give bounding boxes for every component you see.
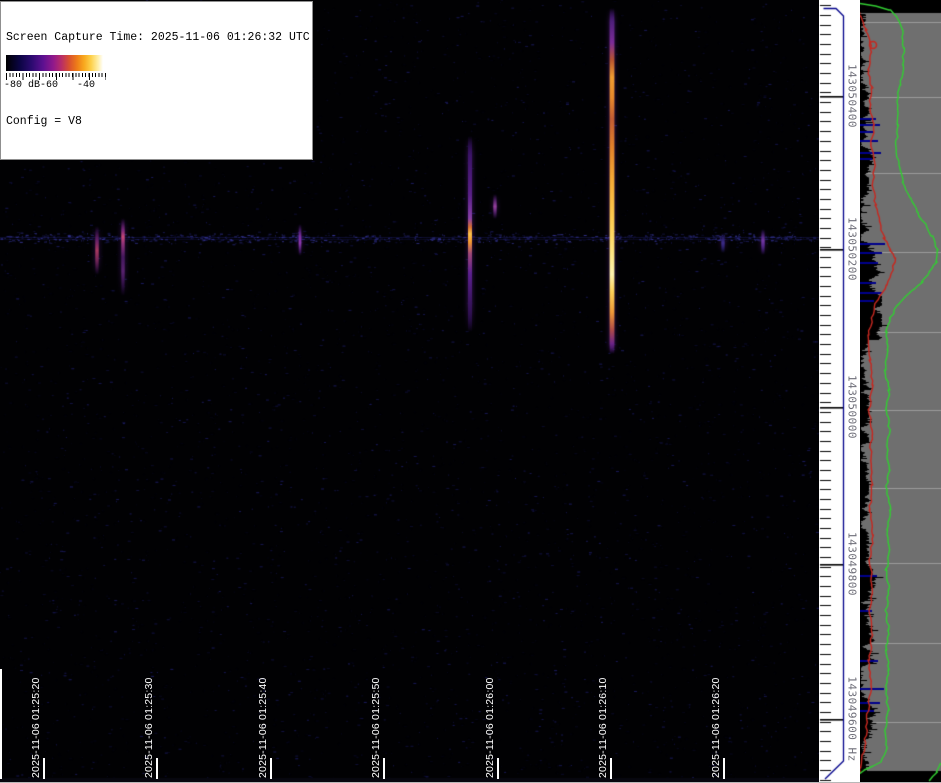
time-tick-mark <box>497 758 499 779</box>
time-label-cutoff <box>0 669 2 779</box>
spectrum-panel[interactable] <box>860 0 941 783</box>
scale-label-min: -80 dB <box>4 80 40 91</box>
amplitude-ruler <box>6 73 106 80</box>
time-tick-label: 2025-11-06 01:25:40 <box>257 677 269 778</box>
time-tick-mark <box>156 758 158 779</box>
frequency-tick-label: 143049800 <box>846 532 859 596</box>
frequency-tick-label: 143050400 <box>846 64 859 128</box>
config-text: Config = V8 <box>6 115 309 129</box>
time-tick-label: 2025-11-06 01:25:50 <box>370 677 382 778</box>
frequency-tick-label: 143049600 Hz <box>846 676 859 761</box>
spectrum-lab-screen-capture: Screen Capture Time: 2025-11-06 01:26:32… <box>0 0 941 783</box>
time-tick-mark <box>43 758 45 779</box>
time-tick-mark <box>610 758 612 779</box>
time-tick-mark <box>723 758 725 779</box>
color-scale-legend: -80 dB -60 -40 <box>3 53 110 95</box>
amplitude-color-gradient[interactable] <box>6 55 106 71</box>
time-tick-label: 2025-11-06 01:26:00 <box>484 677 496 778</box>
time-tick-mark <box>270 758 272 779</box>
scale-label-max: -40 <box>77 80 95 91</box>
frequency-axis[interactable]: 143050400 143050200 143050000 143049800 1430… <box>819 0 860 783</box>
time-tick-label: 2025-11-06 01:26:20 <box>710 677 722 778</box>
scale-label-mid: -60 <box>40 80 58 91</box>
capture-time-text: Screen Capture Time: 2025-11-06 01:26:32… <box>6 31 309 45</box>
time-tick-label: 2025-11-06 01:25:30 <box>143 677 155 778</box>
frequency-tick-label: 143050000 <box>846 375 859 439</box>
time-tick-label: 2025-11-06 01:25:20 <box>30 677 42 778</box>
frequency-tick-label: 143050200 <box>846 217 859 281</box>
time-tick-mark <box>383 758 385 779</box>
ruler-minor-ticks <box>6 73 106 77</box>
time-tick-label: 2025-11-06 01:26:10 <box>597 677 609 778</box>
